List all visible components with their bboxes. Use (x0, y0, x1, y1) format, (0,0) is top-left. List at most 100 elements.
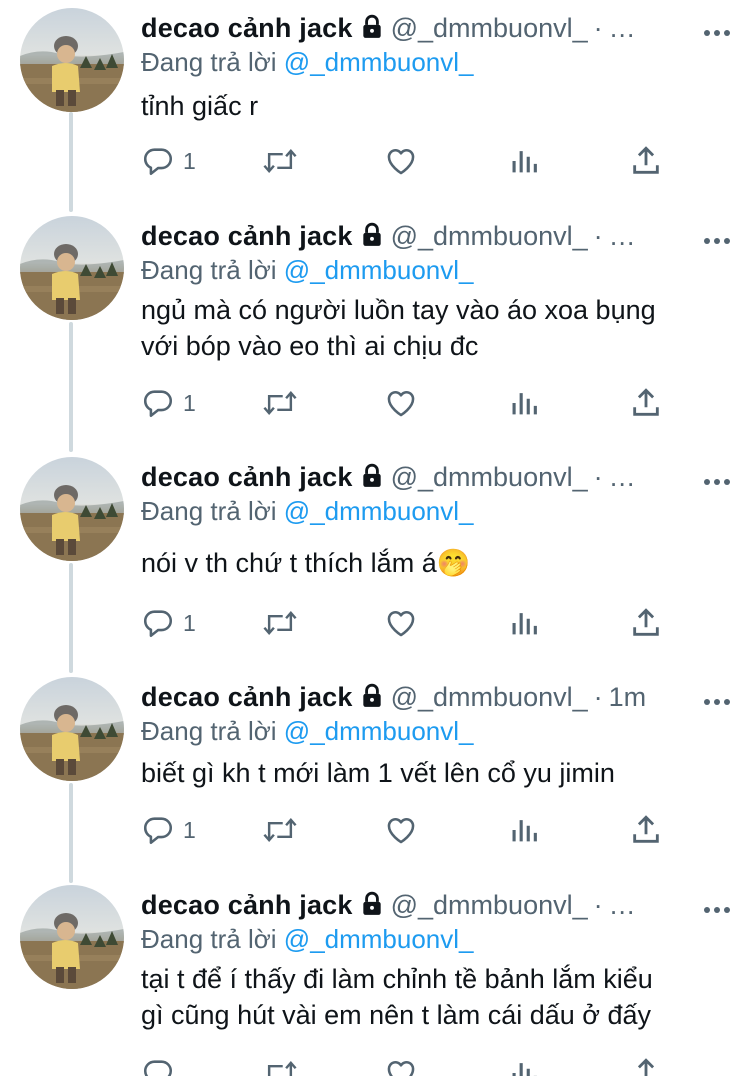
tweet[interactable]: decao cảnh jack @_dmmbuonvl_ ·… Đang trả l… (0, 212, 750, 444)
handle[interactable]: @_dmmbuonvl_ (391, 221, 588, 251)
retweet-icon (261, 386, 299, 420)
avatar[interactable] (20, 677, 124, 781)
action-bar: 1 (141, 603, 701, 643)
retweet-icon (261, 1056, 299, 1076)
reply-count: 1 (183, 147, 196, 174)
reply-context: Đang trả lời @_dmmbuonvl_ (141, 923, 474, 955)
more-icon[interactable] (703, 895, 731, 915)
tweet[interactable]: decao cảnh jack @_dmmbuonvl_ ·… Đang trả l… (0, 4, 750, 204)
action-bar: 1 (141, 141, 701, 181)
reply-count: 1 (183, 816, 196, 843)
display-name[interactable]: decao cảnh jack (141, 13, 353, 43)
handle[interactable]: @_dmmbuonvl_ (391, 890, 588, 920)
reply-prefix: Đang trả lời (141, 716, 277, 746)
avatar[interactable] (20, 457, 124, 561)
retweet-button[interactable] (261, 603, 299, 643)
more-icon[interactable] (703, 467, 731, 487)
reply-to-handle[interactable]: @_dmmbuonvl_ (284, 924, 474, 954)
like-button[interactable] (384, 1053, 418, 1076)
handle[interactable]: @_dmmbuonvl_ (391, 462, 588, 492)
reply-prefix: Đang trả lời (141, 924, 277, 954)
tweet-header: decao cảnh jack @_dmmbuonvl_ ·… (141, 218, 731, 254)
reply-to-handle[interactable]: @_dmmbuonvl_ (284, 255, 474, 285)
timestamp[interactable]: … (609, 221, 636, 251)
reply-context: Đang trả lời @_dmmbuonvl_ (141, 715, 474, 747)
views-button[interactable] (507, 141, 541, 181)
share-button[interactable] (629, 603, 663, 643)
views-icon (507, 386, 541, 420)
lock-icon (359, 682, 385, 718)
like-button[interactable] (384, 810, 418, 850)
reply-button[interactable]: 1 (141, 810, 196, 850)
tweet-text: nói v th chứ t thích lắm á🤭 (141, 548, 471, 578)
display-name[interactable]: decao cảnh jack (141, 682, 353, 712)
timestamp[interactable]: … (609, 13, 636, 43)
tweet-header: decao cảnh jack @_dmmbuonvl_ ·… (141, 10, 731, 46)
reply-icon (141, 813, 175, 847)
lock-icon (359, 221, 385, 257)
like-button[interactable] (384, 603, 418, 643)
reply-context: Đang trả lời @_dmmbuonvl_ (141, 495, 474, 527)
reply-to-handle[interactable]: @_dmmbuonvl_ (284, 496, 474, 526)
tweet-text: biết gì kh t mới làm 1 vết lên cổ yu jim… (141, 758, 615, 788)
tweet[interactable]: decao cảnh jack @_dmmbuonvl_ ·… Đang trả l… (0, 453, 750, 663)
timestamp[interactable]: 1m (609, 682, 647, 712)
action-bar: 1 (141, 383, 701, 423)
avatar[interactable] (20, 885, 124, 989)
like-button[interactable] (384, 383, 418, 423)
views-button[interactable] (507, 1053, 541, 1076)
retweet-button[interactable] (261, 1053, 299, 1076)
tweet[interactable]: decao cảnh jack @_dmmbuonvl_ · 1m Đang trả … (0, 673, 750, 873)
tweet-text: ngủ mà có người luồn tay vào áo xoa bụng… (141, 295, 656, 361)
display-name[interactable]: decao cảnh jack (141, 890, 353, 920)
tweet-header: decao cảnh jack @_dmmbuonvl_ ·… (141, 887, 731, 923)
reply-button[interactable]: 1 (141, 383, 196, 423)
tweet-text: tỉnh giấc r (141, 91, 259, 121)
retweet-button[interactable] (261, 810, 299, 850)
more-icon[interactable] (703, 18, 731, 38)
views-button[interactable] (507, 383, 541, 423)
reply-button[interactable]: 1 (141, 603, 196, 643)
reply-icon (141, 386, 175, 420)
reply-prefix: Đang trả lời (141, 496, 277, 526)
share-button[interactable] (629, 810, 663, 850)
reply-to-handle[interactable]: @_dmmbuonvl_ (284, 716, 474, 746)
reply-count: 1 (183, 609, 196, 636)
views-icon (507, 813, 541, 847)
reply-button[interactable]: 1 (141, 141, 196, 181)
more-icon[interactable] (703, 226, 731, 246)
share-icon (629, 1056, 663, 1076)
timestamp[interactable]: … (609, 890, 636, 920)
avatar[interactable] (20, 8, 124, 112)
separator: · (593, 462, 603, 492)
separator: · (593, 13, 603, 43)
share-button[interactable] (629, 1053, 663, 1076)
reply-icon (141, 606, 175, 640)
timestamp[interactable]: … (609, 462, 636, 492)
more-icon[interactable] (703, 687, 731, 707)
avatar[interactable] (20, 216, 124, 320)
handle[interactable]: @_dmmbuonvl_ (391, 13, 588, 43)
lock-icon (359, 13, 385, 49)
lock-icon (359, 462, 385, 498)
heart-icon (384, 386, 418, 420)
tweet[interactable]: decao cảnh jack @_dmmbuonvl_ ·… Đang trả l… (0, 881, 750, 1076)
reply-button[interactable] (141, 1053, 183, 1076)
share-button[interactable] (629, 141, 663, 181)
retweet-button[interactable] (261, 141, 299, 181)
retweet-icon (261, 144, 299, 178)
display-name[interactable]: decao cảnh jack (141, 462, 353, 492)
views-button[interactable] (507, 603, 541, 643)
reply-icon (141, 144, 175, 178)
share-icon (629, 606, 663, 640)
tweet-header: decao cảnh jack @_dmmbuonvl_ · 1m (141, 679, 731, 715)
reply-to-handle[interactable]: @_dmmbuonvl_ (284, 47, 474, 77)
views-button[interactable] (507, 810, 541, 850)
reply-prefix: Đang trả lời (141, 47, 277, 77)
retweet-icon (261, 813, 299, 847)
share-button[interactable] (629, 383, 663, 423)
handle[interactable]: @_dmmbuonvl_ (391, 682, 588, 712)
display-name[interactable]: decao cảnh jack (141, 221, 353, 251)
like-button[interactable] (384, 141, 418, 181)
retweet-button[interactable] (261, 383, 299, 423)
